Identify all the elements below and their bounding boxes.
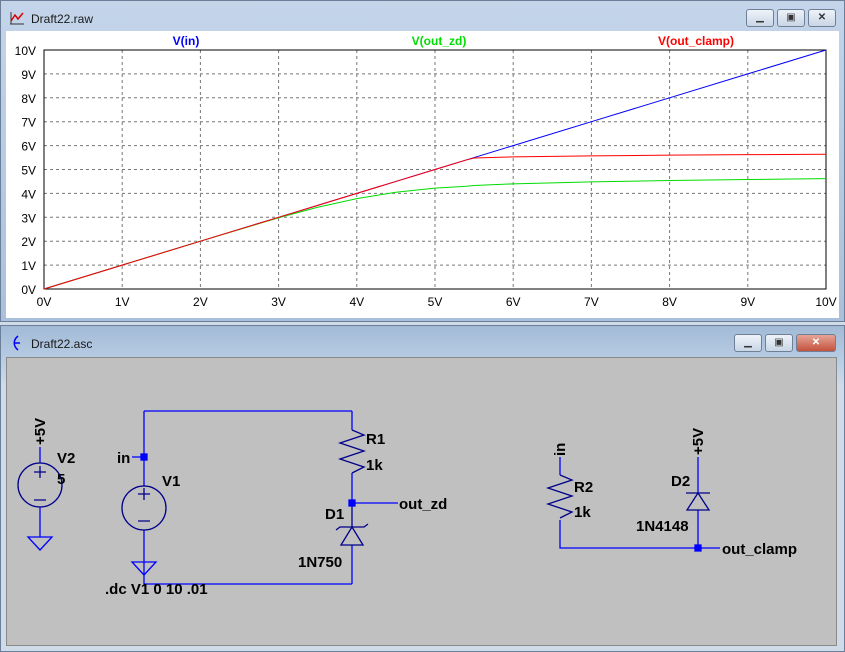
x-tick-label: 8V xyxy=(662,295,677,309)
y-tick-label: 9V xyxy=(21,68,36,82)
schematic-icon xyxy=(13,335,20,351)
x-tick-label: 4V xyxy=(349,295,364,309)
close-button[interactable]: ✕ xyxy=(796,334,836,352)
y-tick-label: 7V xyxy=(21,116,36,130)
y-tick-label: 10V xyxy=(15,44,36,58)
x-tick-label: 2V xyxy=(193,295,208,309)
window-title: Draft22.raw xyxy=(31,12,94,26)
minimize-button[interactable]: ▁ xyxy=(746,9,774,27)
x-tick-label: 3V xyxy=(271,295,286,309)
waveform-icon xyxy=(10,12,24,25)
y-tick-label: 8V xyxy=(21,92,36,106)
plot-window[interactable]: Draft22.raw ▁ ▣ ✕ 0V 1V 2V 3V 4V 5V 6V 7V 8V 9V 10… xyxy=(0,0,845,322)
legend-label[interactable]: V(out_zd) xyxy=(412,34,467,48)
x-tick-label: 6V xyxy=(506,295,521,309)
x-tick-label: 0V xyxy=(37,295,52,309)
maximize-button[interactable]: ▣ xyxy=(777,9,805,27)
y-tick-label: 1V xyxy=(21,259,36,273)
legend-label[interactable]: V(in) xyxy=(173,34,200,48)
close-button[interactable]: ✕ xyxy=(808,9,836,27)
window-title: Draft22.asc xyxy=(31,337,93,351)
x-tick-label: 5V xyxy=(428,295,443,309)
chart-svg[interactable]: 0V 1V 2V 3V 4V 5V 6V 7V 8V 9V 10V 0V 1V 2V 3V 4V 5V 6V 7V 8… xyxy=(6,31,839,318)
y-tick-label: 0V xyxy=(21,283,36,297)
y-tick-label: 6V xyxy=(21,140,36,154)
schematic-canvas[interactable] xyxy=(6,357,837,646)
maximize-button[interactable]: ▣ xyxy=(765,334,793,352)
x-tick-label: 10V xyxy=(815,295,836,309)
schematic-window[interactable]: Draft22.asc ▁ ▣ ✕ xyxy=(0,325,845,652)
x-tick-label: 7V xyxy=(584,295,599,309)
y-tick-label: 4V xyxy=(21,187,36,201)
y-tick-label: 3V xyxy=(21,211,36,225)
y-tick-label: 5V xyxy=(21,164,36,178)
waveform-plot[interactable]: 0V 1V 2V 3V 4V 5V 6V 7V 8V 9V 10V 0V 1V 2V 3V 4V 5V 6V 7V 8… xyxy=(6,31,839,318)
x-tick-label: 9V xyxy=(740,295,755,309)
minimize-button[interactable]: ▁ xyxy=(734,334,762,352)
legend-label[interactable]: V(out_clamp) xyxy=(658,34,734,48)
x-tick-label: 1V xyxy=(115,295,130,309)
y-tick-label: 2V xyxy=(21,235,36,249)
